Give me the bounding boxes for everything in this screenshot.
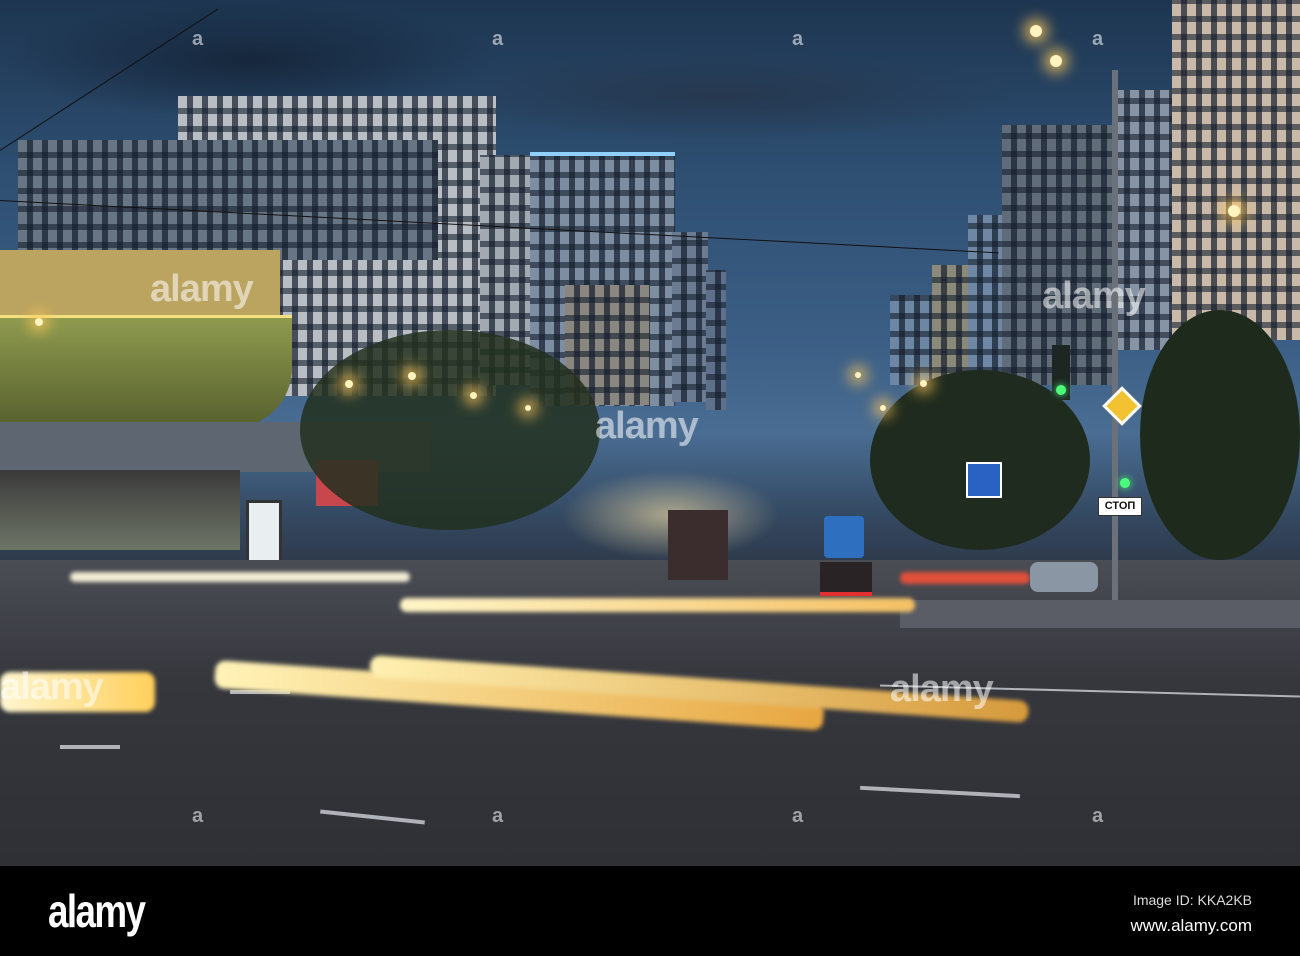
street-lamp bbox=[880, 405, 886, 411]
light-trail bbox=[400, 598, 915, 612]
alamy-logo: alamy bbox=[48, 885, 146, 937]
street-lamp bbox=[855, 372, 861, 378]
night-street-photo: СТОП alamy alamy alamy alamy alamy a a a… bbox=[0, 0, 1300, 866]
watermark-glyph: a bbox=[492, 28, 504, 50]
tower bbox=[706, 270, 726, 410]
billboard bbox=[246, 500, 282, 568]
image-id: Image ID: KKA2KB bbox=[1132, 892, 1252, 908]
watermark-glyph: a bbox=[492, 805, 504, 827]
stop-sign: СТОП bbox=[1098, 497, 1142, 516]
watermark-glyph: a bbox=[792, 28, 804, 50]
street-lamp bbox=[525, 405, 531, 411]
street-lamp bbox=[1030, 25, 1042, 37]
watermark-glyph: a bbox=[792, 805, 804, 827]
street-lamp bbox=[920, 380, 927, 387]
lamp-post bbox=[1112, 70, 1118, 600]
watermark-glyph: a bbox=[192, 28, 204, 50]
watermark-glyph: a bbox=[1092, 28, 1104, 50]
street-lamp bbox=[470, 392, 477, 399]
trees bbox=[1140, 310, 1300, 560]
lane-marking bbox=[60, 745, 120, 749]
light-trail bbox=[70, 572, 410, 582]
car bbox=[820, 562, 872, 596]
street-lamp bbox=[408, 372, 416, 380]
watermark: alamy bbox=[150, 268, 254, 310]
street-lamp bbox=[1050, 55, 1062, 67]
pavilion bbox=[0, 470, 240, 550]
clouds bbox=[420, 50, 1020, 140]
truck bbox=[668, 510, 728, 580]
pedestrian-crossing-sign bbox=[966, 462, 1002, 498]
watermark: alamy bbox=[890, 668, 994, 710]
watermark: alamy bbox=[595, 405, 699, 447]
priority-road-sign bbox=[1102, 386, 1142, 426]
street-lamp bbox=[35, 318, 43, 326]
street-lamp bbox=[345, 380, 353, 388]
office-building bbox=[18, 140, 438, 260]
tower bbox=[672, 232, 708, 402]
apartment-building bbox=[1172, 0, 1300, 340]
footer-bar: alamy Image ID: KKA2KB www.alamy.com bbox=[0, 866, 1300, 956]
trees bbox=[300, 330, 600, 530]
sidewalk bbox=[900, 600, 1300, 628]
green-signal bbox=[1120, 478, 1130, 488]
watermark-glyph: a bbox=[1092, 805, 1104, 827]
stock-photo: СТОП alamy alamy alamy alamy alamy a a a… bbox=[0, 0, 1300, 956]
light-trail bbox=[900, 572, 1030, 584]
car bbox=[1030, 562, 1098, 592]
watermark-glyph: a bbox=[192, 805, 204, 827]
watermark: alamy bbox=[0, 666, 104, 708]
tower bbox=[932, 265, 972, 385]
site-url: www.alamy.com bbox=[1130, 916, 1252, 935]
green-signal bbox=[1056, 385, 1066, 395]
watermark: alamy bbox=[1042, 275, 1146, 317]
circular-building bbox=[0, 318, 292, 428]
street-lamp bbox=[1228, 205, 1240, 217]
bus bbox=[824, 516, 864, 558]
